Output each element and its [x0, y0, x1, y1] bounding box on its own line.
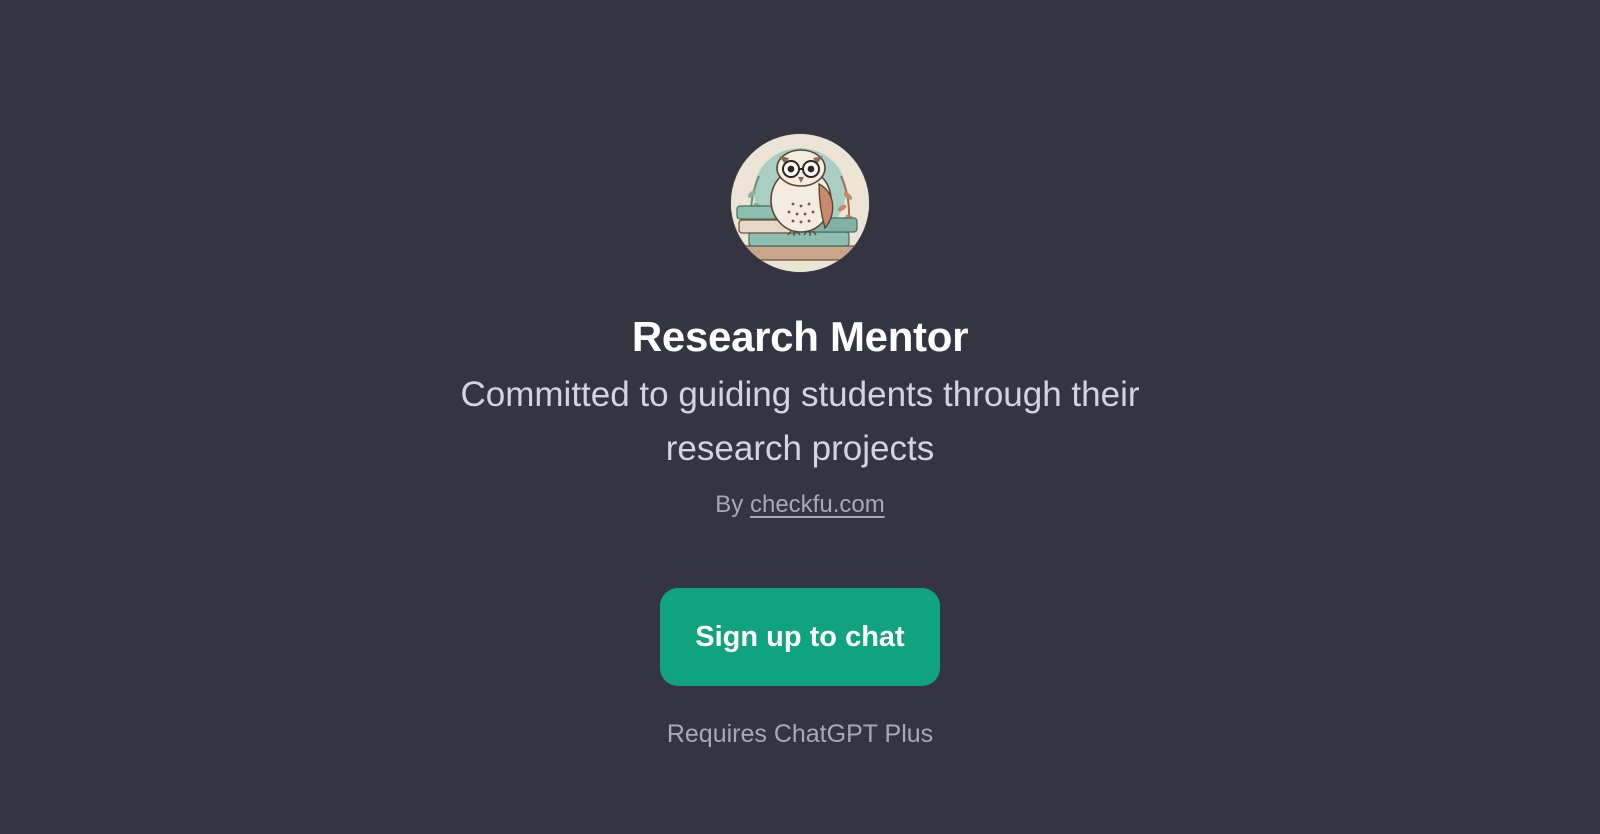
gpt-title: Research Mentor — [631, 313, 969, 360]
gpt-avatar — [731, 134, 869, 272]
plus-requirement-note: Requires ChatGPT Plus — [666, 720, 934, 748]
gpt-description: Committed to guiding students through th… — [460, 375, 1140, 468]
author-link[interactable]: checkfu.com — [750, 491, 885, 518]
sign-up-button[interactable]: Sign up to chat — [660, 588, 940, 686]
author-byline: By checkfu.com — [715, 488, 884, 522]
gpt-landing-page: Research Mentor Committed to guiding stu… — [0, 0, 1600, 834]
owl-on-books-icon — [731, 134, 869, 272]
byline-prefix: By — [715, 491, 744, 518]
